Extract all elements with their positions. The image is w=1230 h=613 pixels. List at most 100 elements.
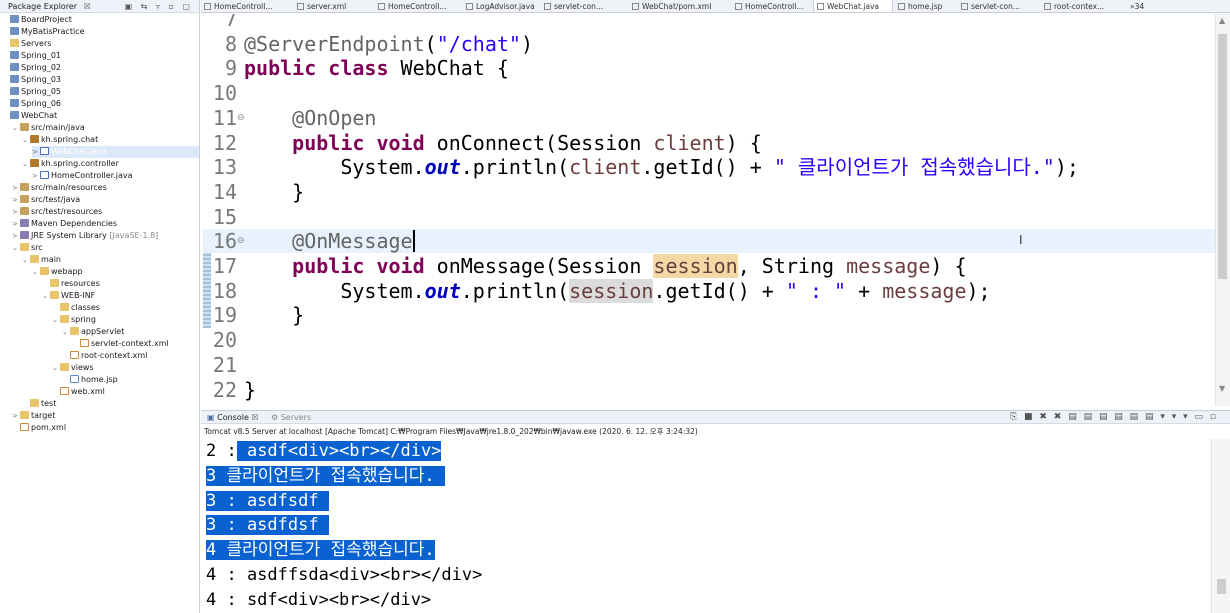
tree-item[interactable]: ⌄ kh.spring.controller xyxy=(22,158,199,170)
tree-item-label: src/main/resources xyxy=(31,183,107,192)
text-caret xyxy=(412,230,415,253)
twisty-icon[interactable]: ⌄ xyxy=(12,242,20,254)
file-icon xyxy=(204,3,211,10)
tree-item[interactable]: > src/test/resources xyxy=(12,206,199,218)
editor-tab[interactable]: HomeControll... xyxy=(201,0,292,12)
tree-item[interactable]: > HomeController.java xyxy=(32,170,199,182)
tree-item[interactable]: test xyxy=(22,398,199,410)
tab-console[interactable]: ▣ Console ☒ xyxy=(207,411,259,424)
editor-tab-label: server.xml xyxy=(307,2,347,11)
folder-icon xyxy=(60,363,69,371)
console-toolbar-icons[interactable]: ⎘ ■ ✖ ✖ ▤ ▤ ▤ ▤ ▤ ▤ ▾ ▾ ▾ ▭ ▫ xyxy=(1010,411,1218,424)
tab-servers[interactable]: ⚙ Servers xyxy=(271,411,311,424)
tree-item[interactable]: ⌄ WEB-INF xyxy=(42,290,199,302)
tree-item[interactable]: root-context.xml xyxy=(62,350,199,362)
tree-item[interactable]: classes xyxy=(52,302,199,314)
editor-tab[interactable]: HomeControll... xyxy=(732,0,811,12)
close-icon[interactable]: ☒ xyxy=(251,413,258,422)
folder-icon xyxy=(20,243,29,251)
twisty-icon[interactable]: ⌄ xyxy=(32,266,40,278)
view-toolbar-icons[interactable]: ▣ ⇆ ▿ ▫ ▢ xyxy=(125,0,193,13)
twisty-icon[interactable]: > xyxy=(12,410,20,422)
editor-tab[interactable]: servlet-con... xyxy=(958,0,1039,12)
twisty-icon[interactable]: ⌄ xyxy=(12,122,20,134)
tree-item[interactable]: BoardProject xyxy=(2,14,199,26)
tree-item[interactable]: MyBatisPractice xyxy=(2,26,199,38)
editor-tab-label: servlet-con... xyxy=(971,2,1021,11)
twisty-icon[interactable]: ⌄ xyxy=(52,314,60,326)
twisty-icon[interactable]: ⌄ xyxy=(22,134,30,146)
tree-item[interactable]: WebChat xyxy=(2,110,199,122)
tree-item[interactable]: ⌄ kh.spring.chat xyxy=(22,134,199,146)
tree-item[interactable]: resources xyxy=(42,278,199,290)
tree-item[interactable]: Spring_01 xyxy=(2,50,199,62)
twisty-icon[interactable]: > xyxy=(12,182,20,194)
package-explorer-title[interactable]: Package Explorer xyxy=(8,2,77,11)
tree-item-label: test xyxy=(41,399,57,408)
tree-item[interactable]: > WebChat.java xyxy=(32,146,199,158)
editor-tab[interactable]: WebChat/pom.xml xyxy=(629,0,730,12)
line-number: 12 xyxy=(212,130,237,155)
tree-item[interactable]: ⌄ webapp xyxy=(32,266,199,278)
tree-item[interactable]: Spring_06 xyxy=(2,98,199,110)
editor-tab[interactable]: server.xml xyxy=(294,0,373,12)
close-icon[interactable]: ☒ xyxy=(84,2,91,11)
tree-item[interactable]: pom.xml xyxy=(12,422,199,434)
tree-item[interactable]: > src/main/resources xyxy=(12,182,199,194)
twisty-icon[interactable]: ⌄ xyxy=(42,290,50,302)
package-explorer: Package Explorer ☒ ▣ ⇆ ▿ ▫ ▢ BoardProjec… xyxy=(0,0,200,613)
editor-tab[interactable]: WebChat.java xyxy=(813,0,893,12)
tree-item[interactable]: home.jsp xyxy=(62,374,199,386)
line-number: 15 xyxy=(212,204,237,229)
scroll-up-icon[interactable]: ▲ xyxy=(1219,16,1225,25)
tree-item[interactable]: Spring_05 xyxy=(2,86,199,98)
twisty-icon[interactable]: > xyxy=(12,206,20,218)
tree-item-label: views xyxy=(71,363,94,372)
tree-item[interactable]: ⌄ src/main/java xyxy=(12,122,199,134)
editor-tab-label: HomeControll... xyxy=(745,2,804,11)
tree-item-label: Spring_06 xyxy=(21,99,61,108)
twisty-icon[interactable]: > xyxy=(12,218,20,230)
tree-item[interactable]: servlet-context.xml xyxy=(72,338,199,350)
tree-item[interactable]: web.xml xyxy=(52,386,199,398)
tree-item[interactable]: ⌄ appServlet xyxy=(62,326,199,338)
twisty-icon[interactable]: ⌄ xyxy=(62,326,70,338)
console-vertical-scrollbar[interactable] xyxy=(1211,439,1230,613)
editor-scroll-thumb[interactable] xyxy=(1218,34,1227,279)
editor-vertical-scrollbar[interactable]: ▲ ▼ xyxy=(1215,14,1230,406)
tree-item-label: MyBatisPractice xyxy=(21,27,85,36)
editor-tab[interactable]: root-contex... xyxy=(1041,0,1125,12)
editor-tab[interactable]: LogAdvisor.java xyxy=(463,0,539,12)
console-output[interactable]: 2 : asdf<div><br></div> 3 클라이언트가 접속했습니다. … xyxy=(201,439,1211,613)
tree-item[interactable]: ⌄ main xyxy=(22,254,199,266)
twisty-icon[interactable]: ⌄ xyxy=(52,362,60,374)
tree-item[interactable]: Servers xyxy=(2,38,199,50)
editor-tab[interactable]: »34 xyxy=(1127,0,1165,12)
tree-item[interactable]: > src/test/java xyxy=(12,194,199,206)
tree-item[interactable]: > Maven Dependencies xyxy=(12,218,199,230)
twisty-icon[interactable]: > xyxy=(12,194,20,206)
tree-item[interactable]: Spring_02 xyxy=(2,62,199,74)
tree-item[interactable]: ⌄ spring xyxy=(52,314,199,326)
twisty-icon[interactable]: ⌄ xyxy=(22,158,30,170)
tree-item[interactable]: ⌄ views xyxy=(52,362,199,374)
tree-item[interactable]: ⌄ src xyxy=(12,242,199,254)
editor-tab[interactable]: HomeControll... xyxy=(375,0,461,12)
tree-item-label: Maven Dependencies xyxy=(31,219,118,228)
twisty-icon[interactable]: ⌄ xyxy=(22,254,30,266)
tree-item[interactable]: > target xyxy=(12,410,199,422)
editor-tab[interactable]: servlet-con... xyxy=(541,0,627,12)
line-number: 16 xyxy=(212,229,237,254)
tree-item-label: WebChat.java xyxy=(51,147,107,156)
tree-item[interactable]: Spring_03 xyxy=(2,74,199,86)
twisty-icon[interactable]: > xyxy=(32,170,40,182)
console-scroll-thumb[interactable] xyxy=(1217,579,1226,594)
tree-item-label: spring xyxy=(71,315,96,324)
twisty-icon[interactable]: > xyxy=(12,230,20,242)
console-tab-label: Console xyxy=(217,413,249,422)
code-editor[interactable]: 7 8 @ServerEndpoint("/chat") 9 public class … xyxy=(203,14,1215,406)
tree-item[interactable]: > JRE System Library [JavaSE-1.8] xyxy=(12,230,199,242)
editor-tab[interactable]: home.jsp xyxy=(895,0,956,12)
scroll-down-icon[interactable]: ▼ xyxy=(1219,384,1225,393)
twisty-icon[interactable]: > xyxy=(32,146,40,158)
